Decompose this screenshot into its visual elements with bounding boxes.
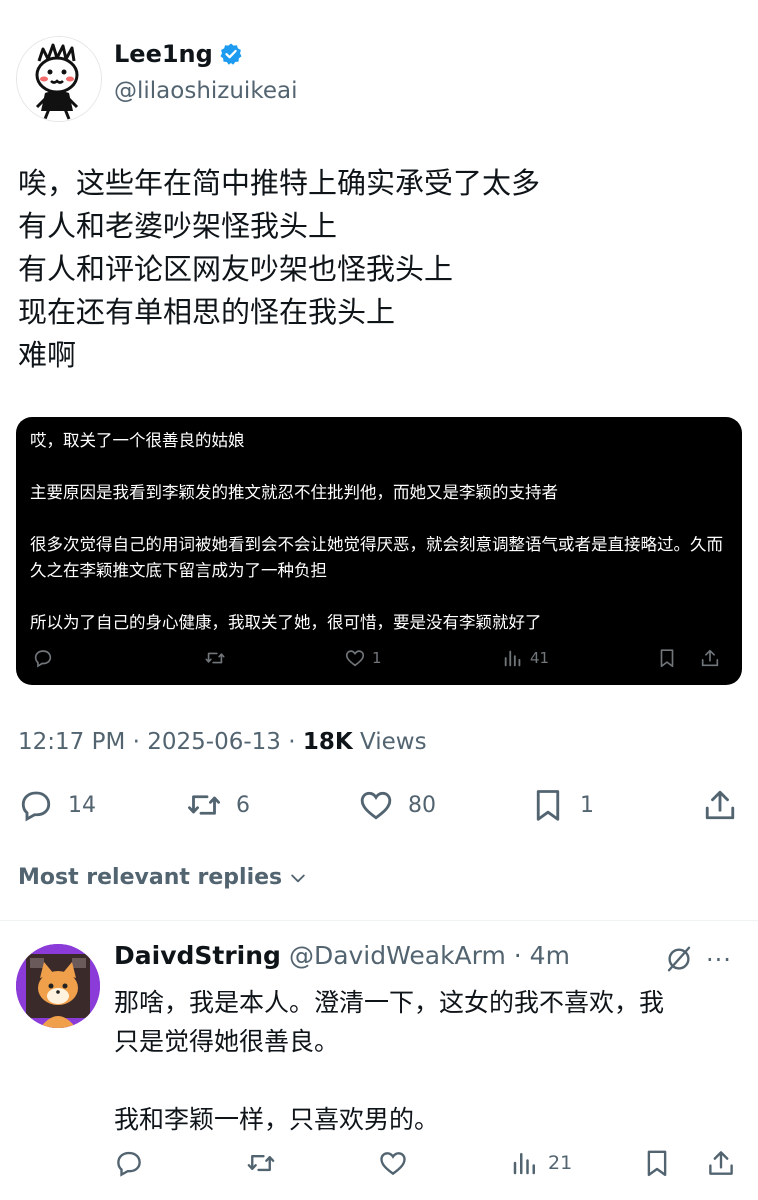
embedded-reply <box>32 647 54 669</box>
tweet-line: 难啊 <box>18 338 77 372</box>
embedded-paragraph: 哎，取关了一个很善良的姑娘 <box>30 431 245 450</box>
reply-author-name[interactable]: DaivdString <box>114 941 281 970</box>
meta-separator: · <box>288 729 296 755</box>
replies-sort-label: Most relevant replies <box>18 865 283 890</box>
replies-sort-dropdown[interactable]: Most relevant replies <box>18 865 308 890</box>
reply-text: 那啥，我是本人。澄清一下，这女的我不喜欢，我 只是觉得她很善良。 我和李颖一样，… <box>114 983 744 1139</box>
retweet-count: 6 <box>236 792 250 818</box>
heart-icon <box>345 650 365 667</box>
reply-avatar[interactable] <box>16 944 100 1028</box>
reply-line: 只是觉得她很善良。 <box>114 1027 340 1056</box>
reply-bookmark-button[interactable] <box>642 1148 672 1178</box>
chevron-down-icon <box>291 874 305 882</box>
embedded-retweet <box>204 647 226 669</box>
reply-views-button[interactable]: 21 <box>510 1148 572 1178</box>
share-icon <box>709 1151 733 1175</box>
views-icon <box>504 650 521 667</box>
bookmark-button[interactable]: 1 <box>530 787 594 823</box>
divider <box>0 920 758 921</box>
embedded-like-count: 1 <box>372 649 382 667</box>
embedded-bookmark <box>656 647 678 669</box>
embedded-screenshot[interactable]: 哎，取关了一个很善良的姑娘 主要原因是我看到李颖发的推文就忍不住批判他，而她又是… <box>16 417 742 685</box>
views-label: Views <box>360 729 427 755</box>
embedded-like: 1 <box>344 647 382 669</box>
like-count: 80 <box>408 792 436 818</box>
cat-avatar-icon <box>16 944 100 1028</box>
tweet-text: 唉，这些年在简中推特上确实承受了太多 有人和老婆吵架怪我头上 有人和评论区网友吵… <box>18 162 738 377</box>
like-button[interactable]: 80 <box>358 787 436 823</box>
embedded-paragraph: 很多次觉得自己的用词被她看到会不会让她觉得厌恶，就会刻意调整语气或者是直接略过。… <box>30 535 723 580</box>
reply-share-button[interactable] <box>706 1148 736 1178</box>
embedded-views: 41 <box>502 647 549 669</box>
reply-icon <box>34 650 52 668</box>
retweet-icon <box>205 652 225 664</box>
retweet-icon <box>188 795 220 815</box>
heart-icon <box>360 791 392 820</box>
reply-retweet-button[interactable] <box>246 1148 276 1178</box>
author-name-row[interactable]: Lee1ng <box>114 40 243 68</box>
share-icon <box>701 649 719 667</box>
tweet-line: 唉，这些年在简中推特上确实承受了太多 <box>18 166 541 200</box>
tweet-line: 现在还有单相思的怪在我头上 <box>18 295 396 329</box>
cartoon-face-icon <box>17 37 101 121</box>
reply-views-count: 21 <box>548 1152 573 1174</box>
reply-icon <box>117 1151 141 1177</box>
embedded-paragraph: 所以为了自己的身心健康，我取关了她，很可惜，要是没有李颖就好了 <box>30 613 542 632</box>
retweet-button[interactable]: 6 <box>186 787 250 823</box>
embedded-action-bar: 1 41 <box>16 647 742 673</box>
tweet-line: 有人和评论区网友吵架也怪我头上 <box>18 252 454 286</box>
bookmark-count: 1 <box>580 792 594 818</box>
tweet-time[interactable]: 12:17 PM <box>18 729 125 755</box>
embedded-paragraph: 主要原因是我看到李颖发的推文就忍不住批判他，而她又是李颖的支持者 <box>30 483 558 502</box>
reply-button[interactable]: 14 <box>18 787 96 823</box>
bookmark-icon <box>660 649 674 668</box>
reply-line: 我和李颖一样，只喜欢男的。 <box>114 1105 440 1134</box>
embedded-share <box>699 647 721 669</box>
reply-like-button[interactable] <box>378 1148 408 1178</box>
bookmark-icon <box>647 1150 667 1177</box>
share-icon <box>705 790 735 820</box>
verified-badge-icon <box>220 43 242 65</box>
tweet-meta: 12:17 PM · 2025-06-13 · 18K Views <box>18 729 427 755</box>
author-handle[interactable]: @lilaoshizuikeai <box>114 78 297 104</box>
tweet-line: 有人和老婆吵架怪我头上 <box>18 209 338 243</box>
meta-separator: · <box>132 729 140 755</box>
views-icon <box>513 1153 535 1175</box>
reply-line: 那啥，我是本人。澄清一下，这女的我不喜欢，我 <box>114 988 665 1017</box>
reply-handle-time[interactable]: @DavidWeakArm · 4m <box>289 941 570 970</box>
tweet-date[interactable]: 2025-06-13 <box>147 729 281 755</box>
retweet-icon <box>247 1154 275 1172</box>
bookmark-icon <box>536 790 560 821</box>
reply-reply-button[interactable] <box>114 1148 144 1178</box>
views-count: 18K <box>302 729 353 755</box>
heart-icon <box>380 1152 406 1176</box>
embedded-tweet-text: 哎，取关了一个很善良的姑娘 主要原因是我看到李颖发的推文就忍不住批判他，而她又是… <box>30 428 730 662</box>
reply-count: 14 <box>68 792 96 818</box>
author-avatar[interactable] <box>16 36 102 122</box>
reply-header: DaivdString @DavidWeakArm · 4m <box>114 941 570 970</box>
reply-icon <box>21 791 51 822</box>
embedded-views-count: 41 <box>530 649 550 667</box>
grok-icon[interactable] <box>664 944 694 974</box>
more-options-icon[interactable]: ··· <box>706 946 732 974</box>
reply-line <box>114 1061 744 1100</box>
share-button[interactable] <box>702 787 738 823</box>
author-name[interactable]: Lee1ng <box>114 40 213 68</box>
